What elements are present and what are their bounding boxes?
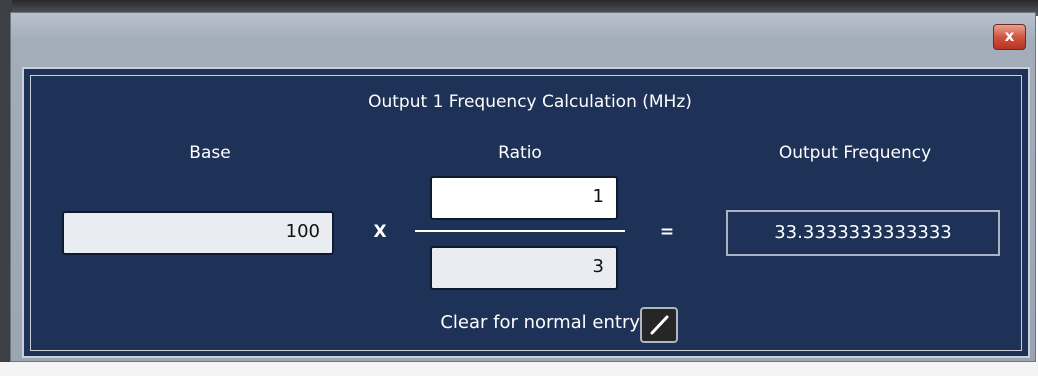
- close-icon: x: [1004, 27, 1015, 45]
- check-slash-icon: [650, 315, 669, 335]
- close-button[interactable]: x: [993, 24, 1026, 50]
- output-frequency-label: Output Frequency: [778, 143, 932, 163]
- output-frequency-field: 33.3333333333333: [726, 210, 1000, 256]
- ratio-numerator-input[interactable]: 1: [430, 176, 618, 220]
- base-label: Base: [189, 143, 231, 163]
- multiply-operator: X: [373, 222, 387, 242]
- background-strip-bottom: [0, 362, 1038, 376]
- ratio-denominator-input[interactable]: 3: [430, 246, 618, 290]
- equals-operator: =: [659, 222, 675, 242]
- base-input[interactable]: 100: [62, 211, 334, 255]
- fraction-bar: [415, 230, 625, 232]
- clear-for-normal-entry-checkbox[interactable]: [640, 307, 678, 343]
- ratio-label: Ratio: [498, 143, 542, 163]
- panel-title: Output 1 Frequency Calculation (MHz): [368, 92, 692, 112]
- clear-for-normal-entry-label: Clear for normal entry: [440, 312, 640, 333]
